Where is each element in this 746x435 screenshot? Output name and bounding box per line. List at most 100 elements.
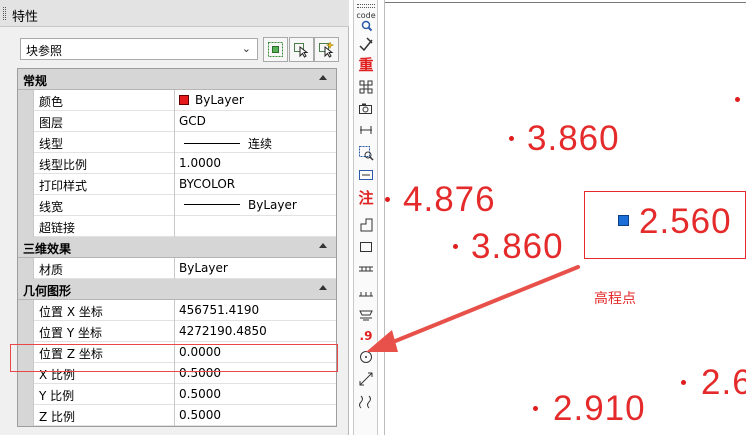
elevation-label[interactable]: 3.860 xyxy=(527,119,620,159)
property-row-linetype[interactable]: 线型 连续 xyxy=(18,132,336,153)
code-search-button[interactable]: code xyxy=(356,11,376,32)
ladder-icon xyxy=(359,292,373,297)
property-name: 打印样式 xyxy=(33,174,175,195)
quick-select-button[interactable] xyxy=(314,37,339,62)
property-value-position-x[interactable]: 456751.4190 xyxy=(176,300,336,321)
elevation-label-selected[interactable]: 2.560 xyxy=(639,202,732,242)
elevation-point-marker[interactable] xyxy=(453,244,458,249)
collapse-arrow-icon[interactable] xyxy=(319,243,327,248)
property-name: 线型 xyxy=(33,132,175,153)
elevation-label[interactable]: 4.876 xyxy=(403,180,496,220)
elevation-label[interactable]: 2.910 xyxy=(553,389,646,429)
property-row-layer[interactable]: 图层 GCD xyxy=(18,111,336,132)
object-type-value: 块参照 xyxy=(26,44,63,58)
elevation-point-marker[interactable] xyxy=(735,97,740,102)
color-swatch-icon xyxy=(179,95,189,105)
quick-select-icon xyxy=(319,41,335,58)
highlight-box-position-z xyxy=(10,344,338,372)
category-3d-effects[interactable]: 三维效果 xyxy=(18,237,336,258)
elevation-point-marker[interactable] xyxy=(681,380,686,385)
category-geometry[interactable]: 几何图形 xyxy=(18,279,336,300)
elevation-point-marker[interactable] xyxy=(385,197,390,202)
property-name: 位置 X 坐标 xyxy=(33,300,175,321)
chevron-down-icon: ⌄ xyxy=(241,42,251,55)
property-name: 线宽 xyxy=(33,195,175,216)
edit-button[interactable] xyxy=(356,34,376,54)
property-row-hyperlink[interactable]: 超链接 xyxy=(18,216,336,237)
category-label: 常规 xyxy=(23,74,48,88)
zoom-range-icon xyxy=(359,170,373,180)
property-name: 超链接 xyxy=(33,216,175,237)
dimension-icon xyxy=(360,126,372,134)
zoom-points-icon xyxy=(359,146,374,161)
property-row-lineweight[interactable]: 线宽 ByLayer xyxy=(18,195,336,216)
elevation-point-marker[interactable] xyxy=(533,406,538,411)
layers-button[interactable] xyxy=(356,304,376,324)
ladder-button[interactable] xyxy=(356,282,376,302)
elevation-point-button[interactable]: .9 xyxy=(356,326,376,346)
zhu-button[interactable]: 注 xyxy=(356,188,376,208)
object-type-dropdown[interactable]: 块参照 ⌄ xyxy=(20,38,258,60)
rectangle-button[interactable] xyxy=(356,237,376,257)
elevation-point-marker[interactable] xyxy=(509,136,514,141)
grid-points-icon xyxy=(359,80,373,94)
insertion-grip-icon[interactable] xyxy=(618,215,629,226)
category-label: 三维效果 xyxy=(23,242,72,256)
property-value-plot-style[interactable]: BYCOLOR xyxy=(176,174,336,195)
rectangle-icon xyxy=(360,242,372,252)
property-value-linetype[interactable]: 连续 xyxy=(176,132,336,153)
vertical-toolbar: code 重 注 .9 xyxy=(353,0,378,435)
pencil-check-icon xyxy=(359,37,373,52)
drawing-canvas[interactable]: 3.860 4.876 3.860 2.560 高程点 2.6 2.910 xyxy=(384,0,746,435)
camera-button[interactable] xyxy=(356,99,376,119)
track-button[interactable] xyxy=(356,259,376,279)
diagonal-button[interactable] xyxy=(356,369,376,389)
property-value-scale-z[interactable]: 0.5000 xyxy=(176,405,336,426)
property-row-linetype-scale[interactable]: 线型比例 1.0000 xyxy=(18,153,336,174)
zoom-range-button[interactable] xyxy=(356,165,376,185)
property-row-plot-style[interactable]: 打印样式 BYCOLOR xyxy=(18,174,336,195)
collapse-arrow-icon[interactable] xyxy=(319,75,327,80)
property-name: 材质 xyxy=(33,258,175,279)
property-value-color[interactable]: ByLayer xyxy=(176,90,336,111)
property-value-scale-y[interactable]: 0.5000 xyxy=(176,384,336,405)
grid-points-button[interactable] xyxy=(356,77,376,97)
property-row-position-x[interactable]: 位置 X 坐标 456751.4190 xyxy=(18,300,336,321)
property-row-material[interactable]: 材质 ByLayer xyxy=(18,258,336,279)
collapse-arrow-icon[interactable] xyxy=(319,285,327,290)
corner-icon xyxy=(360,218,373,232)
property-value-hyperlink[interactable] xyxy=(176,216,336,237)
property-value-lineweight[interactable]: ByLayer xyxy=(176,195,336,216)
wave-button[interactable] xyxy=(356,392,376,412)
elevation-label[interactable]: 3.860 xyxy=(471,227,564,267)
property-value-layer[interactable]: GCD xyxy=(176,111,336,132)
property-row-scale-z[interactable]: Z 比例 0.5000 xyxy=(18,405,336,426)
diagonal-arrow-icon xyxy=(359,372,373,386)
circle-button[interactable] xyxy=(356,347,376,367)
toggle-pickadd-button[interactable] xyxy=(263,37,288,62)
elevation-label[interactable]: 2.6 xyxy=(701,363,746,403)
property-name: 图层 xyxy=(33,111,175,132)
wave-icon xyxy=(359,395,371,409)
dimension-button[interactable] xyxy=(356,120,376,140)
zoom-points-button[interactable] xyxy=(356,143,376,163)
category-label: 几何图形 xyxy=(23,284,72,298)
select-objects-button[interactable] xyxy=(289,37,314,62)
select-objects-icon xyxy=(294,43,309,58)
chong-button[interactable]: 重 xyxy=(356,55,376,75)
category-general[interactable]: 常规 xyxy=(18,69,336,90)
circle-icon xyxy=(360,351,372,363)
track-icon xyxy=(359,266,373,272)
property-value-linetype-scale[interactable]: 1.0000 xyxy=(176,153,336,174)
panel-title-bar[interactable]: 特性 xyxy=(0,0,349,27)
property-name: 线型比例 xyxy=(33,153,175,174)
drag-grip-icon[interactable] xyxy=(3,7,6,20)
line-sample-icon xyxy=(184,143,240,144)
property-value-position-y[interactable]: 4272190.4850 xyxy=(176,321,336,342)
corner-button[interactable] xyxy=(356,215,376,235)
property-value-material[interactable]: ByLayer xyxy=(176,258,336,279)
property-row-color[interactable]: 颜色 ByLayer xyxy=(18,90,336,111)
property-row-scale-y[interactable]: Y 比例 0.5000 xyxy=(18,384,336,405)
property-row-position-y[interactable]: 位置 Y 坐标 4272190.4850 xyxy=(18,321,336,342)
magnifier-icon xyxy=(361,20,373,32)
